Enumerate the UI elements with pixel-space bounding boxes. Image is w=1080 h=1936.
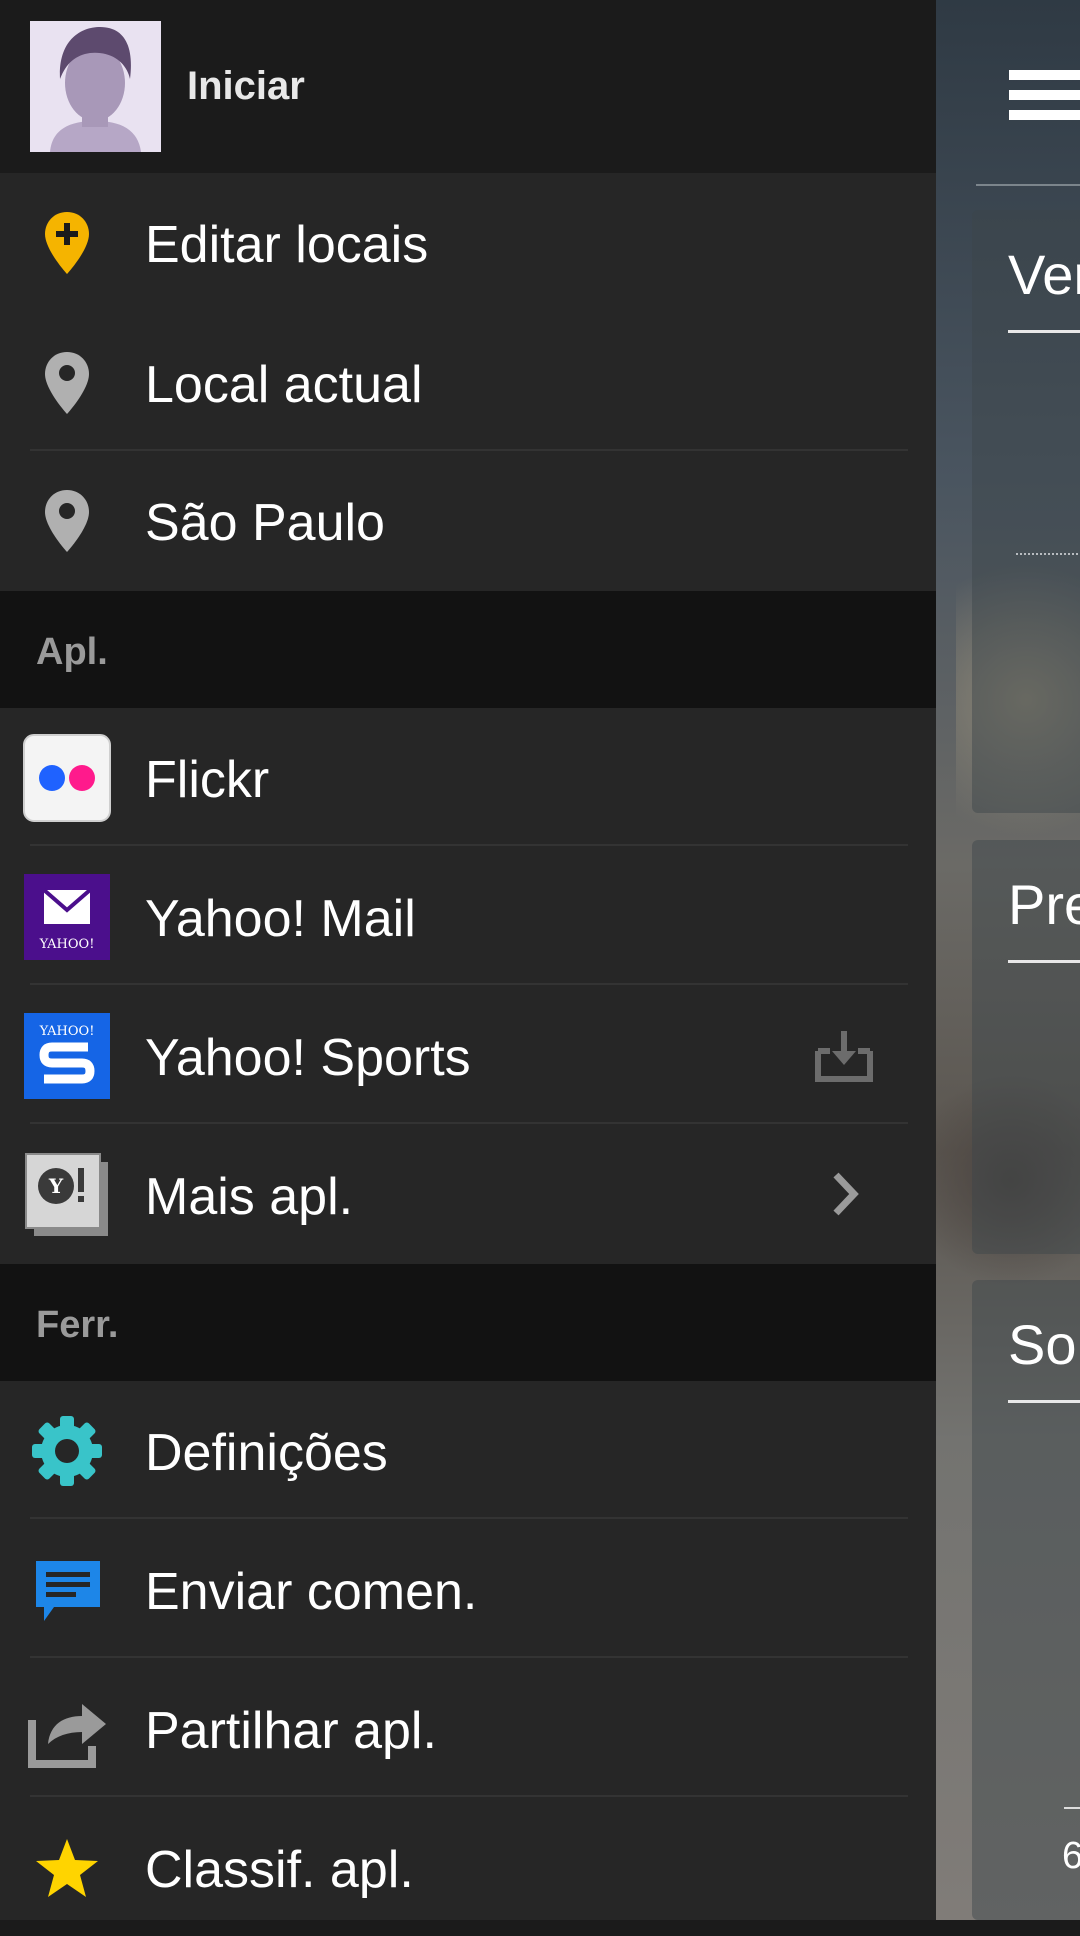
avatar[interactable] [30,21,161,152]
yahoo-apps-icon-text: Y [48,1174,64,1198]
header-divider [976,184,1080,186]
chart-axis-line [1064,1807,1080,1809]
dotted-line [1016,553,1080,555]
app-item-flickr[interactable]: Flickr [0,708,936,846]
apps-section-header: Apl. [0,591,936,708]
item-label: Definições [145,1424,388,1482]
divider [30,1517,908,1519]
profile-name: Iniciar [187,64,305,108]
more-apps-item[interactable]: Y Mais apl. [0,1125,936,1263]
location-pin-icon [22,476,112,566]
star-icon [22,1823,112,1913]
hamburger-menu-icon[interactable] [1009,70,1080,126]
download-icon[interactable] [812,1023,876,1087]
item-label: Classif. apl. [145,1841,414,1899]
yahoo-mail-icon-text: YAHOO! [39,937,95,952]
app-item-yahoo-mail[interactable]: YAHOO! Yahoo! Mail [0,847,936,985]
yahoo-sports-icon-text: YAHOO! [39,1024,95,1039]
item-label: Yahoo! Mail [145,890,416,948]
add-location-icon [22,198,112,288]
background-weather-app: Ver Pre Sol 6 [936,0,1080,1920]
add-location-item[interactable]: Editar locais [0,173,936,311]
card-title: Sol [1008,1313,1080,1376]
card-title-rule [1008,960,1080,963]
yahoo-sports-icon: YAHOO! [22,1011,112,1101]
location-item-sao-paulo[interactable]: São Paulo [0,451,936,589]
chart-axis-label: 6 [1062,1835,1080,1877]
location-pin-icon [22,338,112,428]
item-label: Editar locais [145,216,429,274]
card-title: Ver [1008,243,1080,306]
gear-icon [22,1406,112,1496]
settings-item[interactable]: Definições [0,1381,936,1519]
item-label: Partilhar apl. [145,1702,437,1760]
card-title-rule [1008,330,1080,333]
item-label: Mais apl. [145,1168,354,1226]
section-title: Ferr. [36,1304,119,1346]
flickr-icon [22,733,112,823]
item-label: Local actual [145,356,423,414]
card-title: Pre [1008,873,1080,936]
current-location-item[interactable]: Local actual [0,313,936,451]
tools-section-header: Ferr. [0,1264,936,1381]
divider [30,1122,908,1124]
rate-app-item[interactable]: Classif. apl. [0,1798,936,1936]
app-item-yahoo-sports[interactable]: YAHOO! Yahoo! Sports [0,986,936,1124]
section-title: Apl. [36,631,108,673]
yahoo-mail-icon: YAHOO! [22,872,112,962]
navigation-drawer: Iniciar Editar locais Local actual São P… [0,0,936,1920]
divider [30,1656,908,1658]
share-app-item[interactable]: Partilhar apl. [0,1659,936,1797]
divider [30,983,908,985]
divider [30,844,908,846]
chevron-right-icon[interactable] [826,1169,866,1219]
share-icon [22,1684,112,1774]
item-label: São Paulo [145,494,385,552]
item-label: Enviar comen. [145,1563,478,1621]
item-label: Yahoo! Sports [145,1029,471,1087]
yahoo-apps-icon: Y [22,1150,112,1240]
divider [30,1795,908,1797]
profile-header[interactable]: Iniciar [0,0,936,173]
item-label: Flickr [145,751,270,809]
feedback-icon [22,1545,112,1635]
feedback-item[interactable]: Enviar comen. [0,1520,936,1658]
card-title-rule [1008,1400,1080,1403]
